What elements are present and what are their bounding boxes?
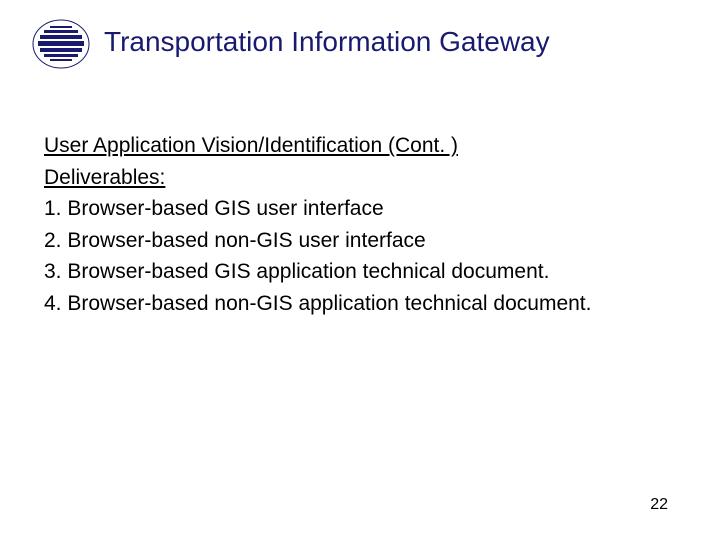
page-number: 22: [650, 496, 668, 514]
list-item: 1. Browser-based GIS user interface: [44, 193, 676, 225]
deliverables-label: Deliverables:: [44, 162, 676, 194]
list-item: 3. Browser-based GIS application technic…: [44, 256, 676, 288]
slide-title: Transportation Information Gateway: [104, 26, 550, 58]
slide-body: User Application Vision/Identification (…: [44, 130, 676, 319]
section-heading: User Application Vision/Identification (…: [44, 130, 676, 162]
list-item: 2. Browser-based non-GIS user interface: [44, 225, 676, 257]
slide: Transportation Information Gateway User …: [0, 0, 720, 540]
globe-lines-logo-icon: [30, 18, 92, 70]
list-item: 4. Browser-based non-GIS application tec…: [44, 288, 676, 320]
